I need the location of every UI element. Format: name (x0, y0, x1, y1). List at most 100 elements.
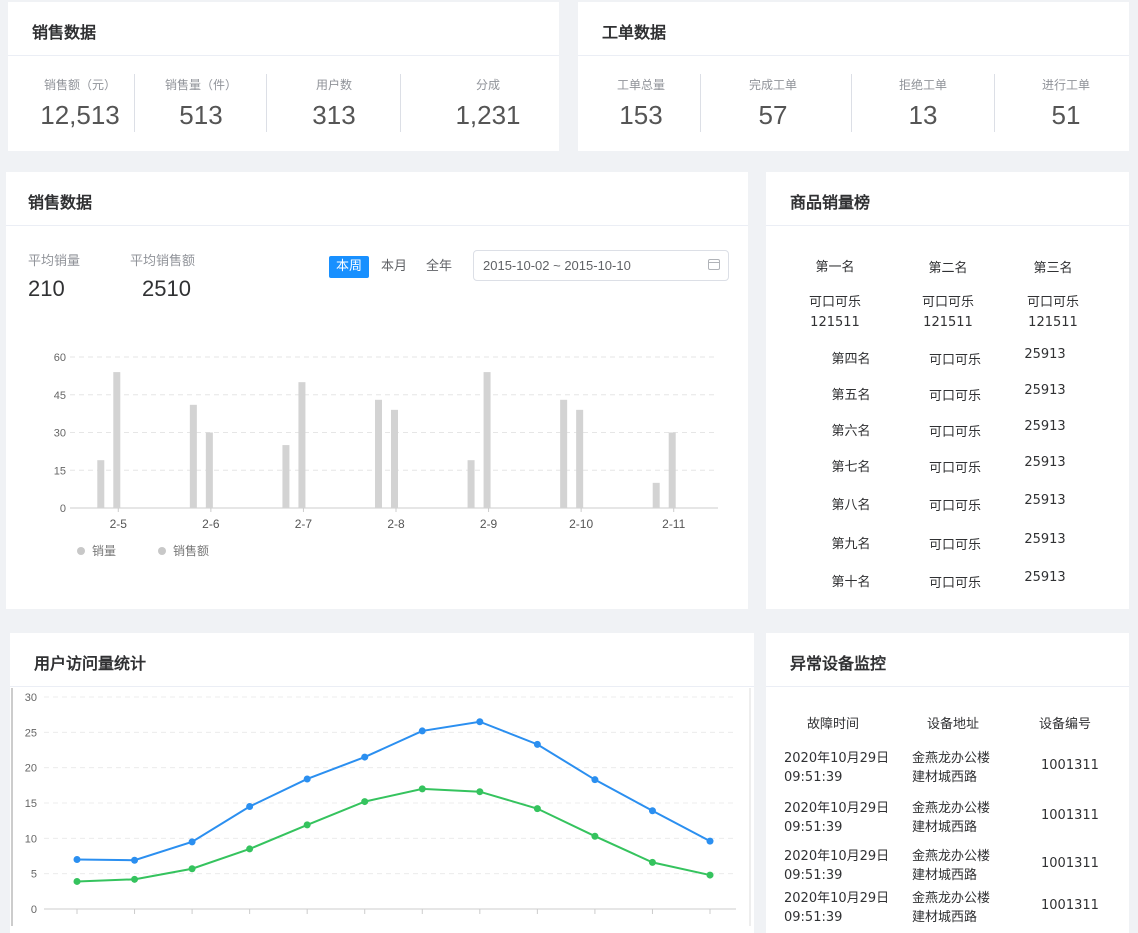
bar-amount (483, 372, 491, 508)
stat-completed-orders: 完成工单 57 (748, 78, 797, 130)
stat-ongoing-orders: 进行工单 51 (1041, 78, 1090, 130)
tab-this-week[interactable]: 本周 (329, 256, 370, 278)
product-name: 可口可乐 (928, 576, 982, 591)
data-point (303, 775, 311, 783)
fault-time-clock: 09:51:39 (784, 910, 843, 925)
sales-chart-title: 销售数据 (28, 193, 93, 212)
x-tick-label: 2-7 (295, 517, 313, 531)
product-name: 可口可乐 (928, 538, 982, 553)
sales-summary-header: 销售数据 (8, 2, 559, 56)
stat-sales-amount: 销售额（元） 12,513 (40, 78, 120, 130)
data-point (361, 753, 369, 761)
device-address-line2: 建材城西路 (912, 868, 978, 883)
product-sales: 25913 (1024, 455, 1066, 470)
divider (400, 74, 401, 132)
product-name: 可口可乐 (808, 295, 862, 310)
device-address-line1: 金燕龙办公楼 (912, 751, 991, 766)
table-header: 设备编号 (1039, 717, 1092, 732)
rank-label: 第五名 (831, 388, 871, 403)
device-monitor-title: 异常设备监控 (790, 654, 887, 673)
y-tick-label: 0 (31, 904, 37, 916)
fault-time-date: 2020年10月29日 (784, 891, 890, 906)
product-sales: 25913 (1024, 493, 1066, 508)
x-tick-label: 2-10 (569, 517, 593, 531)
y-tick-label: 30 (54, 428, 66, 440)
avg-qty-value: 210 (28, 276, 65, 301)
work-order-header: 工单数据 (578, 2, 1129, 56)
data-point (73, 877, 81, 885)
data-point (533, 740, 541, 748)
data-point (418, 727, 426, 735)
product-sales: 121511 (1028, 315, 1078, 330)
device-code: 1001311 (1041, 898, 1099, 913)
rank-label: 第四名 (831, 352, 871, 367)
bar-amount (113, 372, 121, 508)
product-sales: 121511 (810, 315, 860, 330)
fault-time-clock: 09:51:39 (784, 770, 843, 785)
product-name: 可口可乐 (928, 499, 982, 514)
product-sales: 121511 (923, 315, 973, 330)
y-tick-label: 15 (25, 798, 37, 810)
x-tick-label: 2-6 (202, 517, 220, 531)
product-sales: 25913 (1024, 532, 1066, 547)
data-point (418, 785, 426, 793)
product-sales: 25913 (1024, 570, 1066, 585)
fault-time-clock: 09:51:39 (784, 820, 843, 835)
device-monitor-header: 异常设备监控 (766, 633, 1129, 687)
fault-time-date: 2020年10月29日 (784, 751, 890, 766)
x-tick-label: 2-8 (387, 517, 405, 531)
ranking-header: 商品销量榜 (766, 172, 1129, 226)
avg-amt-label: 平均销售额 (130, 254, 196, 269)
y-tick-label: 45 (54, 390, 66, 402)
sales-summary-card: 销售数据 销售额（元） 12,513 销售量（件） 513 用户数 313 分成 1,2… (8, 2, 559, 151)
device-address-line1: 金燕龙办公楼 (912, 891, 991, 906)
divider (266, 74, 267, 132)
bar-qty (375, 399, 382, 508)
data-point (131, 875, 139, 883)
bar-qty (560, 399, 568, 508)
data-point (476, 788, 484, 796)
rank-label: 第八名 (831, 498, 871, 513)
rank-label: 第三名 (1033, 261, 1073, 276)
data-point (533, 805, 541, 813)
product-name: 可口可乐 (928, 353, 982, 368)
divider (851, 74, 852, 132)
product-sales: 25913 (1024, 419, 1066, 434)
bar-qty (652, 482, 660, 508)
tab-this-month[interactable]: 本月 (374, 256, 414, 278)
product-name: 可口可乐 (1026, 295, 1080, 310)
sales-summary-title: 销售数据 (32, 23, 97, 42)
y-tick-label: 15 (54, 465, 66, 477)
table-header: 故障时间 (807, 717, 860, 732)
y-tick-label: 25 (25, 727, 37, 739)
stat-share: 分成 1,231 (455, 78, 521, 130)
tab-full-year[interactable]: 全年 (419, 256, 459, 278)
date-range-text: 2015-10-02 ~ 2015-10-10 (483, 258, 631, 273)
bar-amount (205, 432, 213, 508)
device-code: 1001311 (1041, 758, 1099, 773)
x-tick-label: 2-11 (662, 517, 685, 531)
x-tick-label: 2-5 (110, 517, 128, 531)
stat-rejected-orders: 拒绝工单 13 (898, 78, 947, 130)
data-point (591, 776, 599, 784)
bar-amount (576, 409, 584, 508)
calendar-icon (708, 259, 720, 270)
data-point (706, 837, 714, 845)
avg-amt-value: 2510 (142, 276, 191, 301)
data-point (591, 832, 599, 840)
bar-qty (282, 445, 290, 508)
data-point (73, 856, 81, 864)
date-range-picker[interactable]: 2015-10-02 ~ 2015-10-10 (473, 250, 729, 281)
data-point (706, 871, 714, 879)
data-point (246, 803, 254, 811)
ranking-title: 商品销量榜 (790, 193, 871, 212)
device-code: 1001311 (1041, 808, 1099, 823)
work-order-card: 工单数据 工单总量 153 完成工单 57 拒绝工单 13 进行工单 51 (578, 2, 1129, 151)
y-tick-label: 10 (25, 833, 37, 845)
stat-total-orders: 工单总量 153 (616, 78, 665, 130)
bar-qty (97, 460, 105, 508)
divider (700, 74, 701, 132)
sales-bar-chart: 0 15 30 45 60 2-5 2-6 2-7 2-8 2-9 2-10 2-11 销量 销售额 (54, 352, 718, 558)
product-name: 可口可乐 (921, 295, 975, 310)
visits-line-chart: 0 5 10 15 20 25 30 (11, 688, 751, 926)
